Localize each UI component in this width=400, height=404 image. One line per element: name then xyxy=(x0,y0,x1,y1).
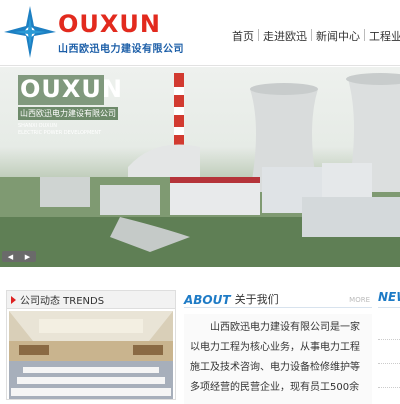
news-item[interactable] xyxy=(378,364,400,388)
slider-controls: ◀ ▶ xyxy=(2,251,36,262)
slider-prev-icon[interactable]: ◀ xyxy=(8,253,13,261)
news-title: NEW xyxy=(378,290,400,308)
nav-item-about[interactable]: 走进欧迅 xyxy=(259,28,311,44)
main-nav: 首页 走进欧迅 新闻中心 工程业绩 xyxy=(228,28,400,44)
company-logo[interactable]: OUXUN 山西欧迅电力建设有限公司 xyxy=(0,6,200,60)
banner-logo: OUXUN xyxy=(20,75,123,103)
about-panel: ABOUT 关于我们 MORE 山西欧迅电力建设有限公司是一家以电力工程为核心业… xyxy=(184,290,372,404)
logo-wordmark: OUXUN xyxy=(58,10,161,38)
trends-title: 公司动态 TRENDS xyxy=(20,296,105,307)
triangle-bullet-icon xyxy=(11,295,16,304)
trends-panel: 公司动态 TRENDS xyxy=(6,290,176,400)
hero-banner[interactable]: OUXUN 山西欧迅电力建设有限公司 SHANXI OUXUN ELECTRIC… xyxy=(0,67,400,267)
nav-item-news[interactable]: 新闻中心 xyxy=(312,28,364,44)
about-title-en: ABOUT xyxy=(184,293,231,307)
nav-item-projects[interactable]: 工程业绩 xyxy=(365,28,400,44)
banner-tagline-line1: SHANXI OUXUN xyxy=(18,123,58,129)
logo-company-name: 山西欧迅电力建设有限公司 xyxy=(58,44,184,55)
about-more-link[interactable]: MORE xyxy=(349,296,370,304)
trends-header: 公司动态 TRENDS xyxy=(7,291,175,309)
banner-company-name: 山西欧迅电力建设有限公司 xyxy=(18,107,118,120)
trends-photo[interactable] xyxy=(9,311,173,399)
news-item[interactable] xyxy=(378,316,400,340)
banner-tagline: SHANXI OUXUN ELECTRIC POWER DEVELOPMENT xyxy=(18,123,101,137)
nav-item-home[interactable]: 首页 xyxy=(228,28,258,44)
about-header: ABOUT 关于我们 MORE xyxy=(184,290,372,308)
banner-tagline-line2: ELECTRIC POWER DEVELOPMENT xyxy=(18,130,102,136)
about-title-cn: 关于我们 xyxy=(234,293,279,306)
slider-next-icon[interactable]: ▶ xyxy=(25,253,30,261)
news-item[interactable] xyxy=(378,340,400,364)
site-header: OUXUN 山西欧迅电力建设有限公司 首页 走进欧迅 新闻中心 工程业绩 xyxy=(0,0,400,66)
news-panel: NEW xyxy=(378,290,400,400)
logo-star-icon xyxy=(4,6,56,58)
news-list xyxy=(378,316,400,388)
about-description: 山西欧迅电力建设有限公司是一家以电力工程为核心业务，从事电力工程施工及技术咨询、… xyxy=(184,314,372,404)
meeting-room-photo xyxy=(9,311,173,399)
